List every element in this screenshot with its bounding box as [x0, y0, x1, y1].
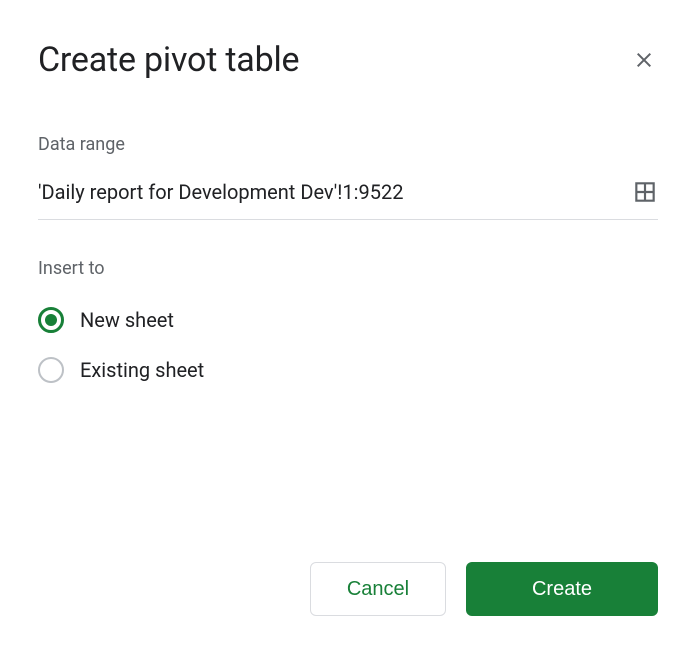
radio-label: New sheet	[80, 308, 174, 332]
select-range-button[interactable]	[632, 179, 658, 205]
close-button[interactable]	[630, 46, 658, 74]
radio-button-icon	[38, 357, 64, 383]
close-icon	[632, 48, 656, 72]
data-range-input[interactable]: 'Daily report for Development Dev'!1:952…	[38, 180, 403, 204]
insert-to-label: Insert to	[38, 258, 658, 279]
radio-label: Existing sheet	[80, 358, 204, 382]
radio-existing-sheet[interactable]: Existing sheet	[38, 357, 658, 383]
data-range-label: Data range	[38, 134, 658, 155]
data-range-row: 'Daily report for Development Dev'!1:952…	[38, 179, 658, 220]
create-pivot-table-dialog: Create pivot table Data range 'Daily rep…	[0, 0, 696, 447]
create-button[interactable]: Create	[466, 562, 658, 616]
dialog-footer: Cancel Create	[310, 562, 658, 616]
dialog-title: Create pivot table	[38, 40, 299, 80]
cancel-button[interactable]: Cancel	[310, 562, 446, 616]
grid-icon	[632, 179, 658, 205]
insert-to-radio-group: New sheet Existing sheet	[38, 307, 658, 383]
radio-button-icon	[38, 307, 64, 333]
dialog-header: Create pivot table	[38, 40, 658, 80]
radio-new-sheet[interactable]: New sheet	[38, 307, 658, 333]
